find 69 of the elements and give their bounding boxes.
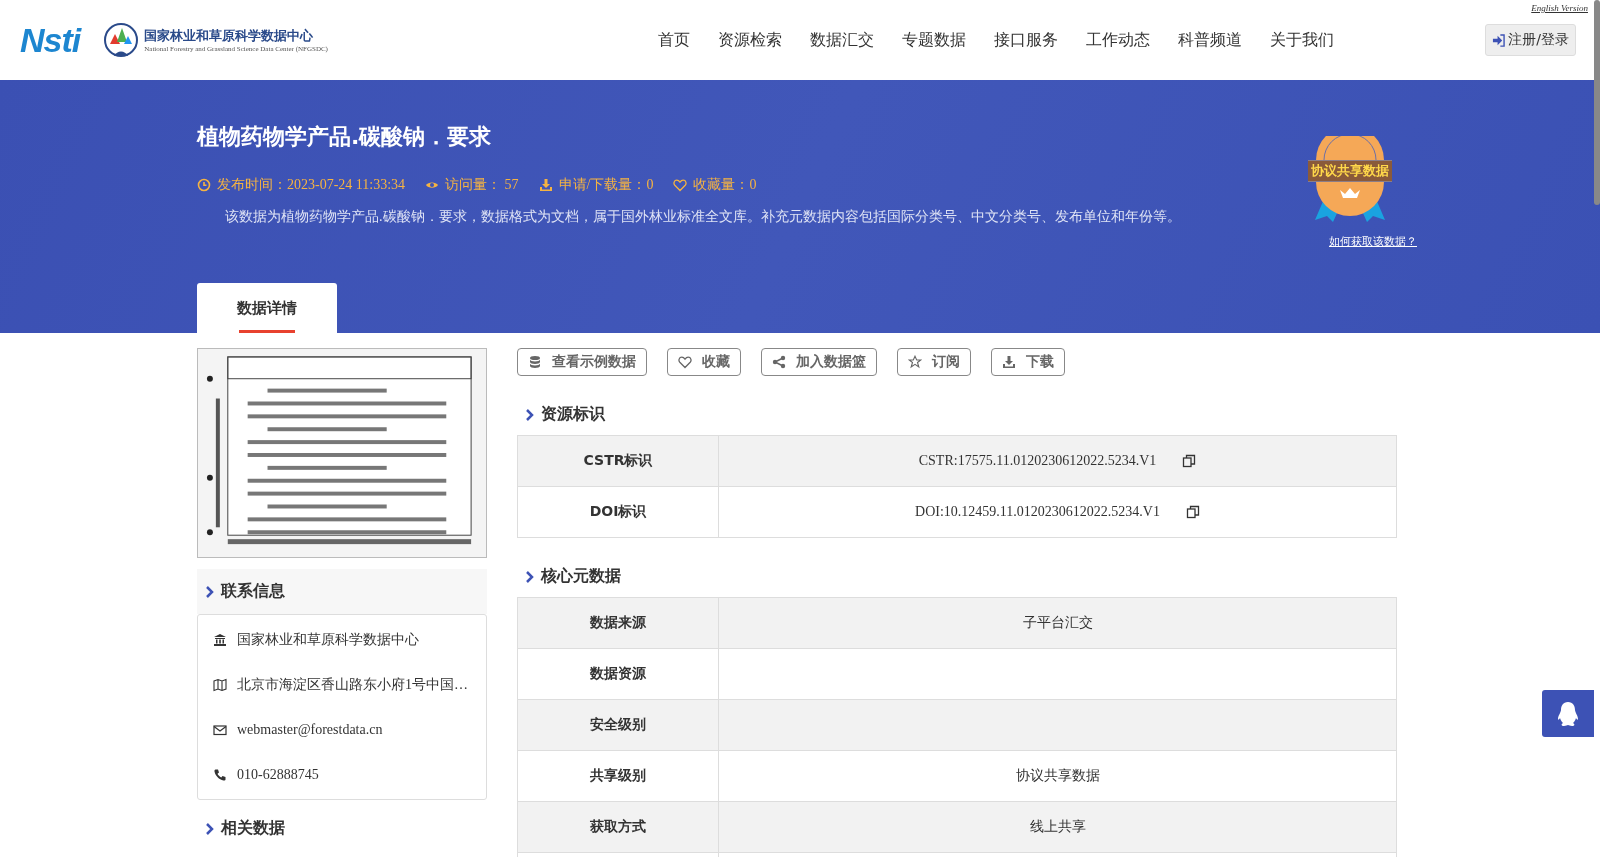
table-cell: 线上共享	[718, 801, 1397, 853]
heart-icon	[673, 178, 688, 192]
table-cell: DOI标识	[517, 486, 719, 538]
section-title: 相关数据	[221, 818, 285, 839]
building-icon	[213, 632, 227, 647]
penguin-icon	[1555, 699, 1581, 728]
table-cell: 数据资源	[517, 648, 719, 700]
org-name: 国家林业和草原科学数据中心	[144, 27, 315, 45]
chevron-icon	[205, 585, 215, 598]
phone-icon	[213, 767, 227, 782]
database-icon	[528, 355, 542, 369]
action-button[interactable]: 加入数据篮	[761, 348, 877, 376]
english-version-link[interactable]: English Version	[1531, 3, 1588, 13]
table-cell: 子平台汇交	[718, 597, 1397, 649]
action-button[interactable]: 查看示例数据	[517, 348, 647, 376]
sign-in-icon	[1492, 33, 1506, 47]
dataset-description: 该数据为植物药物学产品.碳酸钠．要求，数据格式为文档，属于国外林业标准全文库。补充元数据内容包括国际分类号、中文分类号、发布单位和年份等。	[224, 208, 1181, 226]
copy-icon[interactable]	[1182, 454, 1197, 468]
badge-label: 协议共享数据	[1308, 160, 1392, 182]
nav-link[interactable]: 数据汇交	[795, 29, 888, 51]
table-cell: 获取方式	[517, 801, 719, 853]
section-title: 资源标识	[541, 404, 605, 425]
action-button[interactable]: 下载	[991, 348, 1065, 376]
table-cell: 安全级别	[517, 699, 719, 751]
star-icon	[908, 355, 922, 369]
contact-text: 010-62888745	[237, 766, 319, 783]
tree-logo-icon	[104, 22, 139, 58]
chevron-icon	[525, 408, 535, 421]
chat-button[interactable]	[1542, 690, 1594, 737]
chevron-icon	[205, 822, 215, 835]
download-icon	[538, 178, 553, 192]
copy-icon[interactable]	[1185, 505, 1200, 519]
download-icon	[1002, 355, 1016, 369]
nav-link[interactable]: 科普频道	[1163, 29, 1256, 51]
identifier-value: DOI:10.12459.11.0120230612022.5234.V1	[915, 504, 1160, 520]
clock-icon	[197, 178, 211, 192]
meta-text: 发布时间：2023-07-24 11:33:34	[217, 176, 406, 194]
share-icon	[772, 355, 786, 369]
scrollbar[interactable]	[1594, 0, 1600, 205]
contact-text: webmaster@forestdata.cn	[237, 721, 383, 738]
table-cell: 数据来源	[517, 597, 719, 649]
logo-text: Nsti	[20, 20, 81, 60]
action-button[interactable]: 收藏	[667, 348, 741, 376]
meta-text: 申请/下载量：0	[558, 176, 654, 194]
envelope-icon	[213, 722, 227, 737]
nav-link[interactable]: 首页	[643, 29, 704, 51]
tab[interactable]: 数据详情	[197, 283, 337, 333]
chevron-icon	[525, 570, 535, 583]
table-cell: CSTR标识	[517, 435, 719, 487]
action-button[interactable]: 订阅	[897, 348, 971, 376]
nav-link[interactable]: 专题数据	[887, 29, 980, 51]
contact-text: 北京市海淀区香山路东小府1号中国…	[237, 675, 468, 694]
section-title: 核心元数据	[541, 566, 621, 587]
how-to-get-link[interactable]: 如何获取该数据？	[1329, 234, 1417, 249]
dataset-title: 植物药物学产品.碳酸钠．要求	[197, 123, 492, 151]
meta-text: 收藏量：0	[693, 176, 757, 194]
meta-text: 访问量： 57	[445, 176, 519, 194]
nav-link[interactable]: 关于我们	[1255, 29, 1348, 51]
nav-link[interactable]: 工作动态	[1071, 29, 1164, 51]
nav-link[interactable]: 接口服务	[979, 29, 1072, 51]
login-button[interactable]: 注册/登录	[1485, 24, 1576, 56]
table-cell: 共享级别	[517, 750, 719, 802]
nav-link[interactable]: 资源检索	[703, 29, 796, 51]
map-icon	[213, 677, 227, 692]
heart-icon	[678, 355, 692, 369]
identifier-value: CSTR:17575.11.0120230612022.5234.V1	[918, 453, 1157, 469]
contact-text: 国家林业和草原科学数据中心	[237, 630, 419, 649]
section-title: 联系信息	[221, 581, 285, 602]
table-cell: 协议共享数据	[718, 750, 1397, 802]
